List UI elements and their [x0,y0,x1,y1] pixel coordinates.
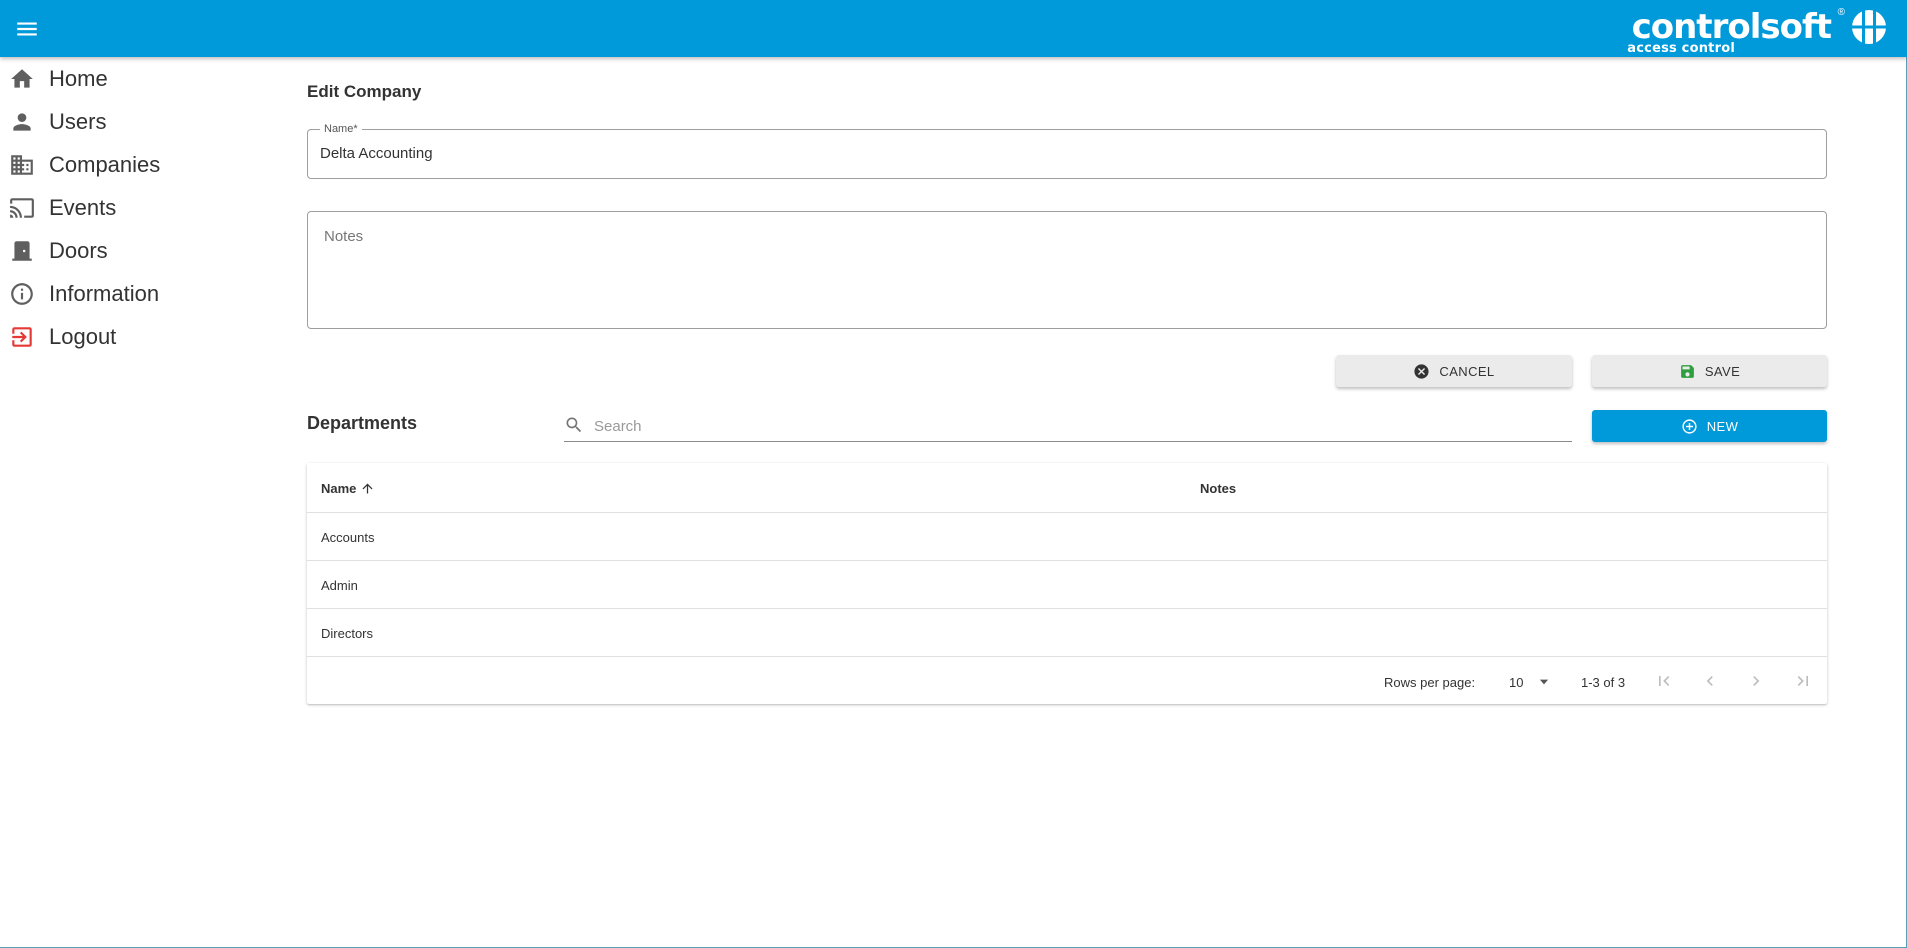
column-header-notes: Notes [1200,481,1236,496]
save-icon [1680,364,1694,378]
cancel-circle-icon [1414,363,1430,379]
brand-tagline: access control [1627,41,1735,56]
cancel-button[interactable]: CANCEL [1336,355,1572,387]
sort-arrow-up-icon [362,483,373,494]
app-root: controlsoft ® access control Home Users [0,0,1907,948]
controlsoft-logo: controlsoft ® access control [1627,5,1887,56]
table-header: Name Notes [307,463,1827,513]
pagination-range: 1-3 of 3 [1581,675,1626,690]
sidebar-nav: Home Users Companies Events Doors Inform… [0,57,260,358]
cell-name: Directors [321,626,374,641]
sidebar-item-label: Users [49,108,107,134]
notes-field[interactable] [307,211,1827,329]
departments-title: Departments [307,413,418,433]
table-row[interactable]: Accounts [307,513,1827,561]
name-input[interactable] [320,145,1810,162]
door-icon [9,238,35,264]
table-pagination: Rows per page: 10 1-3 of 3 [307,658,1827,704]
cell-name: Accounts [321,530,375,545]
menu-icon[interactable] [14,16,40,42]
sidebar-item-label: Information [49,280,160,306]
sidebar-item-label: Doors [49,237,108,263]
chevron-left-icon [1706,676,1713,686]
next-page-button[interactable] [1744,669,1768,693]
sidebar-item-doors[interactable]: Doors [0,229,260,272]
business-icon [9,152,35,178]
name-field[interactable]: Name* [307,123,1827,179]
rows-per-page-select[interactable]: 10 [1501,668,1557,694]
sidebar-item-companies[interactable]: Companies [0,143,260,186]
first-page-icon [1659,676,1670,686]
home-icon [9,66,35,92]
last-page-button[interactable] [1791,669,1815,693]
first-page-button[interactable] [1652,669,1676,693]
search-icon [566,417,582,433]
sidebar-item-events[interactable]: Events [0,186,260,229]
rows-per-page-label: Rows per page: [1384,675,1476,690]
save-button-label: SAVE [1704,363,1741,379]
sidebar-item-label: Logout [49,323,117,349]
rows-per-page-value: 10 [1509,675,1524,690]
departments-table: Name Notes Accounts Admin Directors Rows… [307,463,1827,704]
new-button-label: NEW [1706,418,1739,434]
column-header-label: Notes [1200,481,1237,496]
new-department-button[interactable]: NEW [1592,410,1827,442]
name-field-label: Name* [320,123,362,136]
chevron-right-icon [1753,676,1760,686]
sidebar-item-users[interactable]: Users [0,100,260,143]
page-title: Edit Company [307,82,422,101]
cast-icon [9,195,35,221]
department-search[interactable] [564,412,1572,442]
top-app-bar: controlsoft ® access control [0,0,1907,57]
add-circle-icon [1682,418,1697,434]
save-button[interactable]: SAVE [1592,355,1827,387]
sidebar-item-home[interactable]: Home [0,57,260,100]
person-icon [9,109,35,135]
cancel-button-label: CANCEL [1439,363,1495,379]
column-header-label: Name [321,481,357,496]
table-row[interactable]: Directors [307,609,1827,657]
logout-icon [9,324,35,350]
sidebar-item-label: Home [49,65,108,91]
sidebar-item-information[interactable]: Information [0,272,260,315]
sidebar-item-logout[interactable]: Logout [0,315,260,358]
sidebar-item-label: Events [49,194,117,220]
registered-mark: ® [1837,7,1845,18]
column-header-name[interactable]: Name [321,481,375,496]
search-input[interactable] [594,415,1564,437]
previous-page-button[interactable] [1698,669,1722,693]
cell-name: Admin [321,578,358,593]
table-row[interactable]: Admin [307,561,1827,609]
notes-input[interactable] [324,228,1804,318]
last-page-icon [1797,676,1808,686]
info-icon [9,281,35,307]
brand-grid-icon [1852,10,1886,44]
sidebar-item-label: Companies [49,151,161,177]
arrow-drop-down-icon [1539,679,1549,685]
